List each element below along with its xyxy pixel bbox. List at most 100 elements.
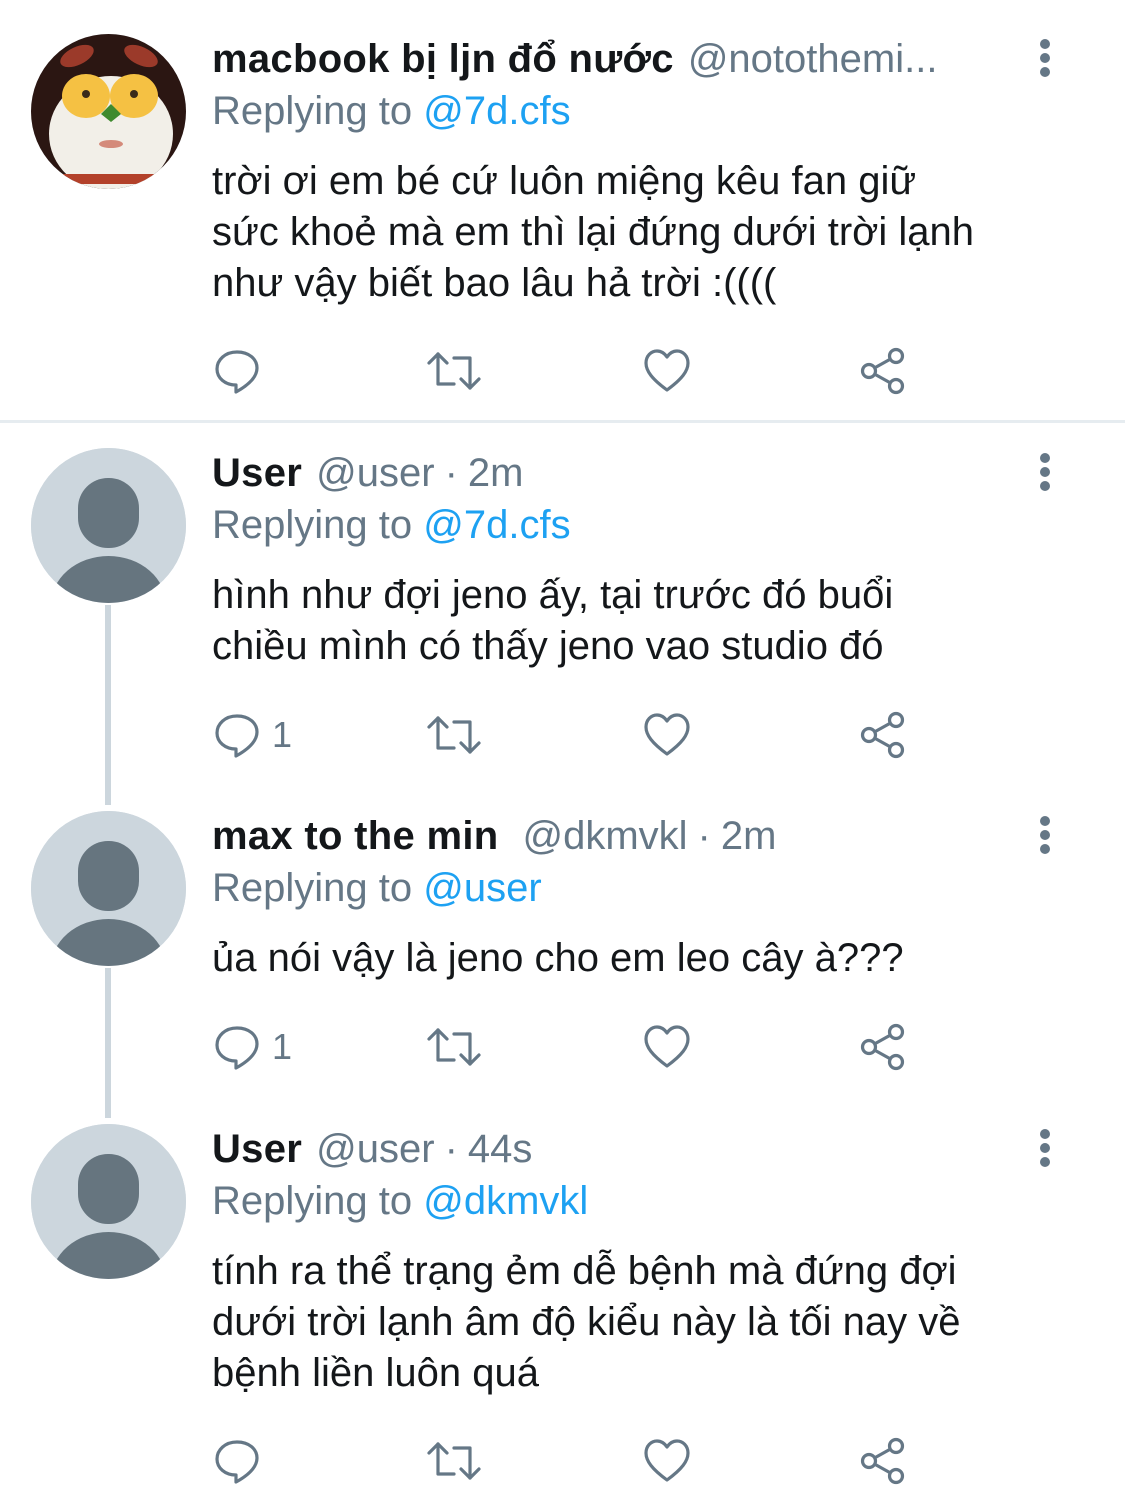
share-icon [860,1023,905,1071]
tweet-3[interactable]: max to the min @dkmvkl · 2m Replying to … [0,811,1125,1111]
like-icon [644,1439,690,1482]
tweet-text-line: tính ra thể trạng ẻm dễ bệnh mà đứng đợi [212,1249,957,1293]
tweet-header: User @user · 2m [212,448,523,498]
tweet-2[interactable]: User @user · 2m Replying to @7d.cfs hình… [0,448,1125,793]
author-name[interactable]: max to the min [212,811,498,861]
more-vertical-icon [1040,1129,1050,1167]
tweet-text: hình như đợi jeno ấy, tại trước đó buổi … [212,570,1092,672]
tweet-text-line: như vậy biết bao lâu hả trời :(((( [212,261,777,305]
avatar-photo-image [31,34,186,189]
more-options-button[interactable] [1030,813,1060,857]
avatar[interactable] [31,448,186,603]
retweet-icon [427,1028,481,1066]
author-name[interactable]: User [212,448,302,498]
tweet-time[interactable]: 44s [468,1124,533,1174]
tweet-text-line: bệnh liền luôn quá [212,1351,539,1395]
tweet-header: User @user · 44s [212,1124,532,1174]
reply-icon [215,714,259,758]
more-options-button[interactable] [1030,450,1060,494]
more-vertical-icon [1040,816,1050,854]
tweet-text-line: chiều mình có thấy jeno vao studio đó [212,624,884,668]
replying-to: Replying to @user [212,863,542,913]
more-options-button[interactable] [1030,36,1060,80]
reply-button[interactable]: 1 [212,1022,292,1072]
share-button[interactable] [858,1436,908,1486]
share-button[interactable] [858,1022,908,1072]
reply-button[interactable] [212,1436,262,1486]
tweet-divider [0,420,1125,423]
replying-to-mention[interactable]: @7d.cfs [423,89,570,133]
more-options-button[interactable] [1030,1126,1060,1170]
replying-to-label: Replying to [212,1179,413,1223]
tweet-header: max to the min @dkmvkl · 2m [212,811,776,861]
replying-to-label: Replying to [212,89,413,133]
retweet-button[interactable] [426,1436,482,1486]
default-avatar-icon [31,448,186,603]
share-icon [860,347,905,395]
retweet-button[interactable] [426,346,482,396]
replying-to: Replying to @7d.cfs [212,86,571,136]
retweet-button[interactable] [426,1022,482,1072]
avatar[interactable] [31,811,186,966]
tweet-text-line: hình như đợi jeno ấy, tại trước đó buổi [212,573,894,617]
default-avatar-icon [31,1124,186,1279]
retweet-icon [427,1442,481,1480]
more-vertical-icon [1040,453,1050,491]
replying-to: Replying to @7d.cfs [212,500,571,550]
reply-icon [215,1440,259,1484]
tweet-actions: 1 [212,1022,932,1072]
reply-button[interactable]: 1 [212,710,292,760]
like-button[interactable] [642,1436,692,1486]
tweet-text: ủa nói vậy là jeno cho em leo cây à??? [212,933,1092,984]
tweet-text-line: sức khoẻ mà em thì lại đứng dưới trời lạ… [212,210,974,254]
like-button[interactable] [642,1022,692,1072]
like-icon [644,713,690,756]
avatar[interactable] [31,34,186,189]
share-icon [860,711,905,759]
avatar[interactable] [31,1124,186,1279]
replying-to-mention[interactable]: @user [423,866,541,910]
like-button[interactable] [642,710,692,760]
author-handle[interactable]: @user [316,1124,434,1174]
retweet-icon [427,716,481,754]
author-handle[interactable]: @user [316,448,434,498]
author-name[interactable]: User [212,1124,302,1174]
replying-to: Replying to @dkmvkl [212,1176,588,1226]
reply-count: 1 [272,714,293,755]
default-avatar-icon [31,811,186,966]
retweet-icon [427,352,481,390]
tweet-text: tính ra thể trạng ẻm dễ bệnh mà đứng đợi… [212,1246,1092,1399]
tweet-4[interactable]: User @user · 44s Replying to @dkmvkl tín… [0,1124,1125,1508]
like-icon [644,1025,690,1068]
replying-to-label: Replying to [212,866,413,910]
tweet-time[interactable]: 2m [721,811,777,861]
meta-separator: · [444,451,458,495]
tweet-1[interactable]: macbook bị ljn đổ nước @notothemi... Rep… [0,34,1125,420]
replying-to-mention[interactable]: @dkmvkl [423,1179,588,1223]
tweet-actions: 1 [212,710,932,760]
tweet-text-line: dưới trời lạnh âm độ kiểu này là tối nay… [212,1300,961,1344]
author-handle[interactable]: @notothemi... [688,34,938,84]
reply-count: 1 [272,1026,293,1067]
tweet-actions [212,346,932,396]
tweet-text: trời ơi em bé cứ luôn miệng kêu fan giữ … [212,156,1092,309]
tweet-time[interactable]: 2m [468,448,524,498]
share-icon [860,1437,905,1485]
reply-icon [215,350,259,394]
tweet-header: macbook bị ljn đổ nước @notothemi... [212,34,937,84]
share-button[interactable] [858,346,908,396]
retweet-button[interactable] [426,710,482,760]
like-button[interactable] [642,346,692,396]
meta-separator: · [444,1127,458,1171]
reply-button[interactable] [212,346,262,396]
more-vertical-icon [1040,39,1050,77]
author-name[interactable]: macbook bị ljn đổ nước [212,34,674,84]
tweet-text-line: trời ơi em bé cứ luôn miệng kêu fan giữ [212,159,917,203]
replying-to-mention[interactable]: @7d.cfs [423,503,570,547]
like-icon [644,349,690,392]
tweet-text-line: ủa nói vậy là jeno cho em leo cây à??? [212,936,904,980]
share-button[interactable] [858,710,908,760]
author-handle[interactable]: @dkmvkl [522,811,687,861]
reply-icon [215,1026,259,1070]
replying-to-label: Replying to [212,503,413,547]
